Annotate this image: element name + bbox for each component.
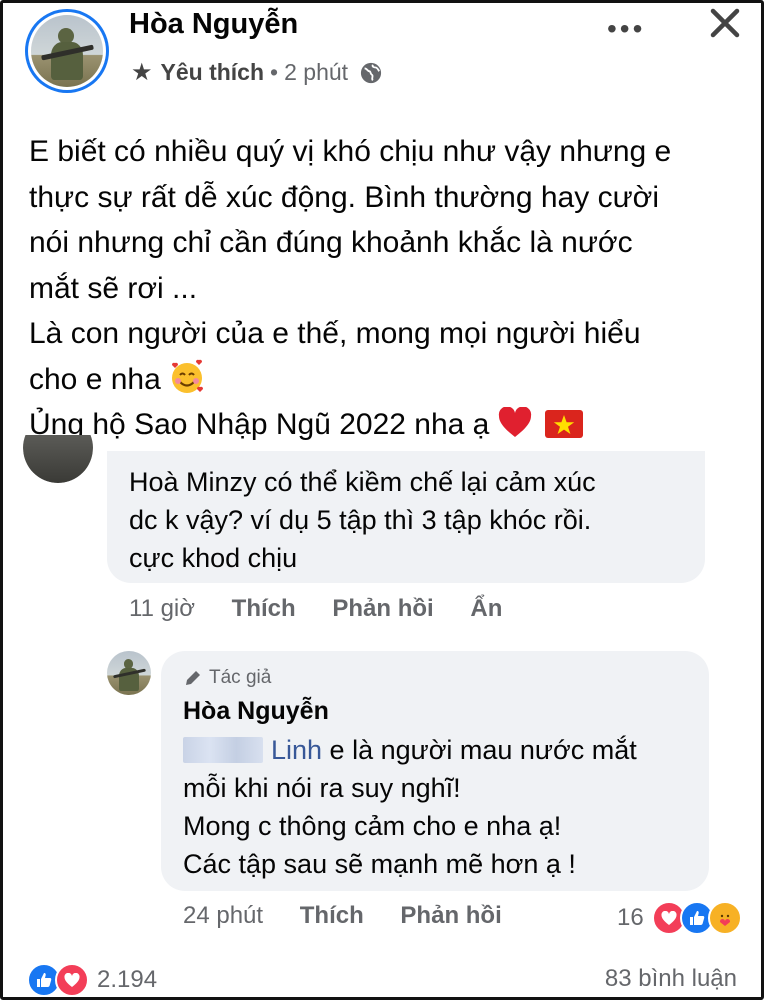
like-button[interactable]: Thích — [232, 595, 296, 622]
reply-actions: 24 phút Thích Phản hồi — [183, 902, 532, 930]
reply-button[interactable]: Phản hồi — [400, 902, 501, 929]
post-text: E biết có nhiều quý vị khó chịu như vậy … — [29, 129, 749, 448]
globe-icon — [360, 62, 382, 83]
post-line: Là con người của e thế, mong mọi người h… — [29, 317, 641, 350]
redacted-name — [183, 737, 263, 763]
reply-bubble: Tác giả Hòa Nguyễn Linh e là người mau n… — [161, 651, 709, 891]
reply-line: mỗi khi nói ra suy nghĩ! — [183, 773, 461, 803]
post-line-with-emoji: cho e nha — [29, 357, 749, 403]
post-line: Ủng hộ Sao Nhập Ngũ 2022 nha ạ — [29, 408, 490, 441]
reply-line: Mong c thông cảm cho e nha ạ! — [183, 811, 562, 841]
comment-text: Hoà Minzy có thể kiềm chế lại cảm xúc dc… — [129, 463, 596, 577]
post-line: E biết có nhiều quý vị khó chịu như vậy … — [29, 135, 672, 168]
commenter-avatar[interactable] — [23, 435, 93, 483]
pencil-icon — [186, 671, 200, 685]
author-name[interactable]: Hòa Nguyễn — [129, 8, 298, 41]
vietnam-flag-icon — [545, 410, 584, 438]
comment-line: Hoà Minzy có thể kiềm chế lại cảm xúc — [129, 467, 596, 497]
post-line: mắt sẽ rơi ... — [29, 271, 198, 305]
reply-author-name[interactable]: Hòa Nguyễn — [183, 697, 329, 726]
mention-link[interactable]: Linh — [271, 735, 322, 765]
comment-line: dc k vậy? ví dụ 5 tập thì 3 tập khóc rồi… — [129, 505, 592, 535]
post-frame: Hòa Nguyễn ★ Yêu thích • 2 phút ••• E bi… — [0, 0, 764, 1000]
comment-line: cực khod chịu — [129, 543, 298, 573]
post-line: cho e nha — [29, 362, 161, 396]
reply-author-avatar[interactable] — [107, 651, 151, 695]
star-icon: ★ — [131, 59, 153, 86]
post-line: nói nhưng chỉ cần đúng khoảnh khắc là nư… — [29, 226, 633, 259]
care-reaction-icon — [707, 901, 742, 935]
post-time[interactable]: 2 phút — [284, 59, 348, 86]
like-button[interactable]: Thích — [300, 902, 364, 929]
comment-actions: 11 giờ Thích Phản hồi Ẩn — [129, 595, 532, 623]
reply-reactions[interactable]: 16 — [617, 901, 742, 935]
comment-bubble: Hoà Minzy có thể kiềm chế lại cảm xúc dc… — [107, 451, 705, 583]
reply-text: Linh e là người mau nước mắt mỗi khi nói… — [183, 731, 637, 883]
author-avatar[interactable] — [25, 9, 109, 93]
post-meta: ★ Yêu thích • 2 phút — [131, 58, 382, 87]
author-badge: Tác giả — [183, 667, 271, 689]
comment-time[interactable]: 11 giờ — [129, 595, 195, 622]
reply-button[interactable]: Phản hồi — [332, 595, 433, 622]
smiling-face-with-hearts-icon — [172, 359, 204, 393]
love-reaction-icon — [55, 963, 89, 997]
reply-line-rest: e là người mau nước mắt — [322, 735, 637, 765]
reply-time[interactable]: 24 phút — [183, 902, 263, 929]
comment-count[interactable]: 83 bình luận — [605, 965, 737, 993]
meta-separator: • — [270, 59, 279, 85]
hide-button[interactable]: Ẩn — [470, 595, 502, 622]
reply-line: Linh e là người mau nước mắt — [183, 731, 637, 769]
reaction-total: 2.194 — [97, 966, 158, 993]
post-line-with-emoji: Ủng hộ Sao Nhập Ngũ 2022 nha ạ — [29, 402, 749, 448]
more-icon[interactable]: ••• — [607, 13, 645, 45]
post-line: thực sự rất dễ xúc động. Bình thường hay… — [29, 180, 659, 214]
favorite-badge[interactable]: Yêu thích — [161, 59, 265, 86]
author-badge-label: Tác giả — [209, 667, 272, 688]
red-heart-icon — [498, 407, 531, 437]
close-icon[interactable] — [707, 5, 743, 41]
reaction-count: 16 — [617, 904, 644, 931]
post-reactions[interactable]: 2.194 — [27, 963, 157, 997]
reply-line: Các tập sau sẽ mạnh mẽ hơn ạ ! — [183, 849, 576, 879]
